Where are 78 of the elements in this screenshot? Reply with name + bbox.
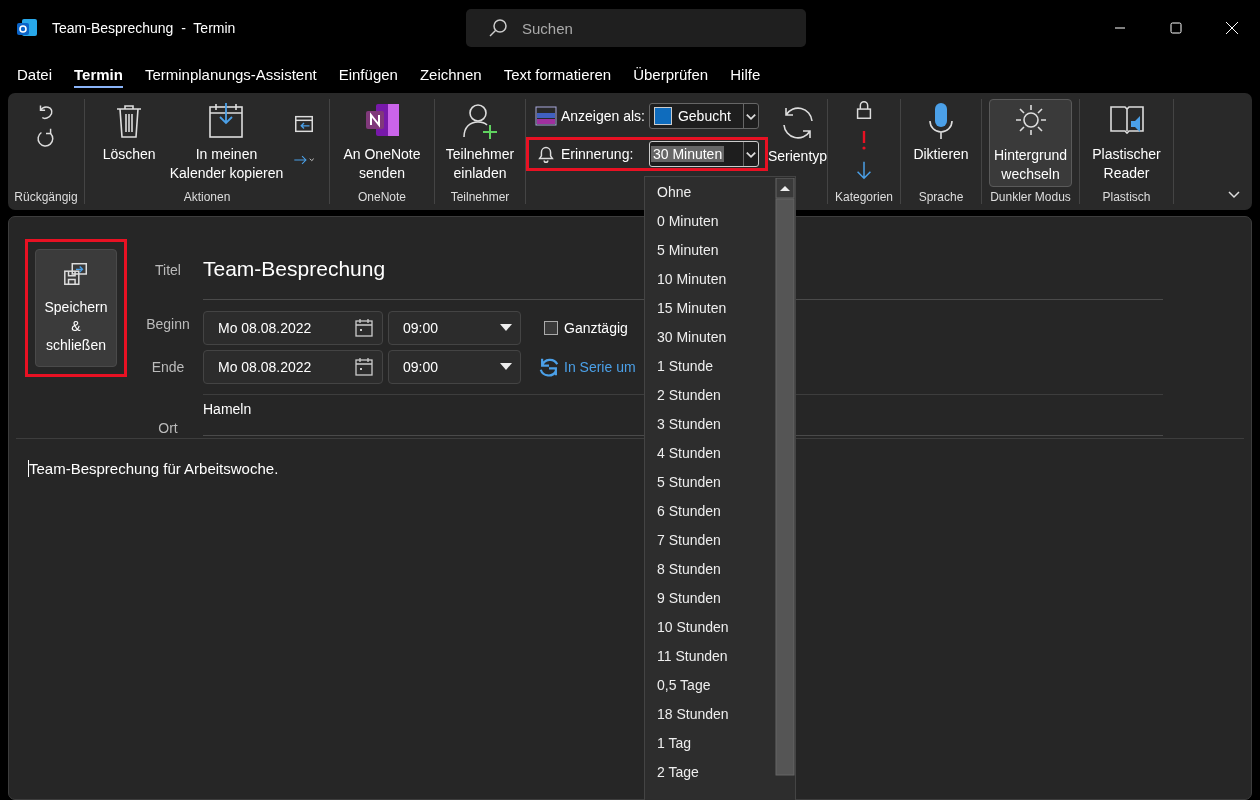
dropdown-option[interactable]: 1 Tag xyxy=(645,728,775,757)
dropdown-option[interactable]: 6 Stunden xyxy=(645,496,775,525)
dropdown-option[interactable]: 10 Minuten xyxy=(645,264,775,293)
group-label: Kategorien xyxy=(834,190,893,204)
group-label: Aktionen xyxy=(183,190,231,204)
dropdown-option[interactable]: 4 Stunden xyxy=(645,438,775,467)
recurrence-link[interactable]: In Serie um xyxy=(564,358,636,375)
group-label: Sprache xyxy=(918,190,964,204)
reminder-label: Erinnerung: xyxy=(560,146,635,162)
add-person-icon xyxy=(460,101,500,141)
show-as-label: Anzeigen als: xyxy=(560,108,645,124)
dictate-button[interactable]: Diktieren xyxy=(909,99,973,166)
field-label: Ende xyxy=(151,358,185,375)
dropdown-option[interactable]: Ohne xyxy=(645,177,775,206)
group-label: Dunkler Modus xyxy=(990,190,1071,204)
show-as-icon xyxy=(534,105,557,127)
dropdown-option[interactable]: 5 Minuten xyxy=(645,235,775,264)
dropdown-option[interactable]: 30 Minuten xyxy=(645,322,775,351)
dropdown-option[interactable]: 3 Stunden xyxy=(645,409,775,438)
field-label: Titel xyxy=(155,261,181,278)
window-title: Team-Besprechung - Termin xyxy=(52,20,237,36)
title-field[interactable]: Team-Besprechung xyxy=(203,257,386,281)
dropdown-option[interactable]: 18 Stunden xyxy=(645,699,775,728)
ribbon-tab[interactable]: Hilfe xyxy=(721,56,770,92)
ribbon-tab[interactable]: Einfügen xyxy=(329,56,407,92)
body-text[interactable]: Team-Besprechung für Arbeitswoche. xyxy=(28,460,279,477)
save-icon xyxy=(62,260,90,288)
dropdown-option[interactable]: 0,5 Tage xyxy=(645,670,775,699)
dropdown-arrow-icon[interactable] xyxy=(500,362,512,371)
calendar-icon[interactable] xyxy=(354,317,374,338)
ribbon-tab[interactable]: Termin xyxy=(65,56,132,92)
group-label: Plastisch xyxy=(1102,190,1151,204)
calendar-icon[interactable] xyxy=(354,356,374,377)
dropdown-option[interactable]: 0 Minuten xyxy=(645,206,775,235)
time-field[interactable]: 09:00 xyxy=(388,310,521,345)
group-label: Rückgängig xyxy=(14,190,78,204)
all-day-label: Ganztägig xyxy=(564,319,628,336)
show-as-value: Gebucht xyxy=(677,108,731,124)
ribbon-tab[interactable]: Text formatieren xyxy=(494,56,621,92)
ribbon-tab[interactable]: Zeichnen xyxy=(410,56,491,92)
immersive-reader-button[interactable]: Plastischer Reader xyxy=(1088,99,1165,185)
high-priority-icon xyxy=(861,129,867,151)
ribbon-tab[interactable]: Datei xyxy=(8,56,62,92)
delete-button[interactable]: Löschen xyxy=(98,99,160,166)
search-field[interactable]: Suchen xyxy=(466,9,806,47)
recurrence-button[interactable]: Serientyp xyxy=(763,99,832,168)
send-to-onenote-button[interactable]: An OneNote senden xyxy=(339,99,425,185)
dropdown-option[interactable]: 2 Tage xyxy=(645,757,775,786)
copy-to-calendar-button[interactable]: In meinen Kalender kopieren xyxy=(165,99,288,185)
dropdown-option[interactable]: 10 Stunden xyxy=(645,612,775,641)
group-label: Teilnehmer xyxy=(450,190,510,204)
show-as-dropdown[interactable]: Gebucht xyxy=(648,103,759,129)
dropdown-option[interactable]: 2 Stunden xyxy=(645,380,775,409)
switch-background-button[interactable]: Hintergrund wechseln xyxy=(988,99,1073,187)
dropdown-option[interactable]: 9 Stunden xyxy=(645,583,775,612)
ribbon-tab[interactable]: Terminplanungs-Assistent xyxy=(135,56,326,92)
group-label: OneNote xyxy=(358,190,406,204)
location-field[interactable]: Hameln xyxy=(203,401,252,417)
dropdown-option[interactable]: 7 Stunden xyxy=(645,525,775,554)
field-label: Beginn xyxy=(146,315,190,332)
dropdown-option[interactable]: 11 Stunden xyxy=(645,641,775,670)
dropdown-option[interactable]: 5 Stunden xyxy=(645,467,775,496)
date-field[interactable]: Mo 08.08.2022 xyxy=(203,349,383,384)
time-field[interactable]: 09:00 xyxy=(388,349,521,384)
dropdown-arrow-icon[interactable] xyxy=(500,323,512,332)
save-and-close-button[interactable]: Speichern & schließen xyxy=(35,249,117,367)
dropdown-option[interactable]: 15 Minuten xyxy=(645,293,775,322)
ribbon-tab[interactable]: Überprüfen xyxy=(624,56,718,92)
calendar-move-icon xyxy=(293,113,316,135)
reminder-dropdown[interactable]: 30 Minuten xyxy=(648,141,759,167)
search-icon xyxy=(488,18,508,38)
all-day-checkbox[interactable] xyxy=(544,320,558,335)
invite-attendees-button[interactable]: Teilnehmer einladen xyxy=(441,99,519,185)
field-label: Ort xyxy=(158,420,178,436)
dropdown-option[interactable]: 8 Stunden xyxy=(645,554,775,583)
date-field[interactable]: Mo 08.08.2022 xyxy=(203,310,383,345)
dropdown-option[interactable]: 1 Stunde xyxy=(645,351,775,380)
app-logo-icon xyxy=(16,17,38,39)
